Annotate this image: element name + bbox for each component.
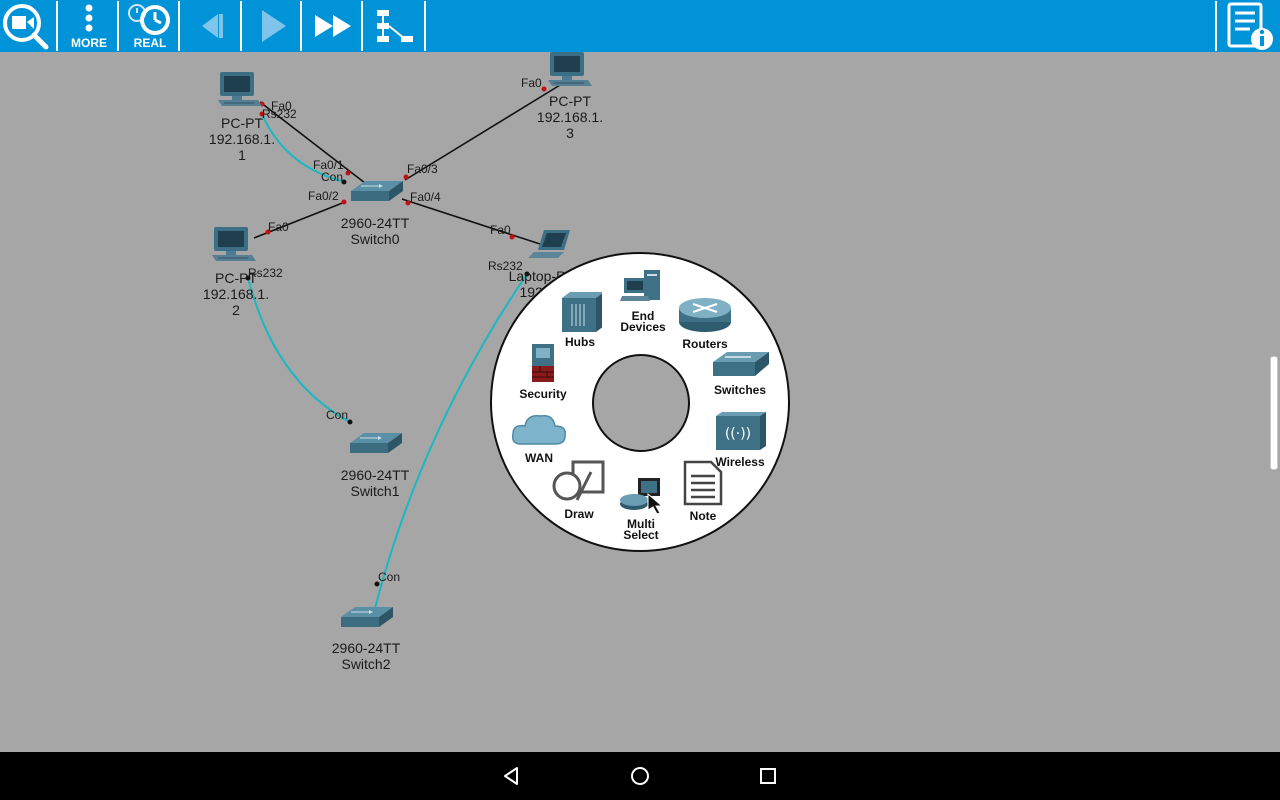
switch2-device[interactable]	[340, 606, 394, 628]
multi-select-menu-item[interactable]: Multi Select	[610, 476, 672, 541]
port-label: Con	[321, 170, 344, 184]
vertical-scrollbar[interactable]	[1270, 356, 1278, 470]
hubs-menu-item[interactable]: Hubs	[550, 292, 610, 348]
note-label: Note	[689, 509, 717, 523]
multi-select-icon	[620, 478, 664, 515]
switches-label: Switches	[713, 383, 767, 397]
switch0-device[interactable]	[350, 180, 404, 202]
info-list-button[interactable]	[1215, 1, 1280, 51]
device-type-radial-menu: End Devices Hubs Routers Security Switch…	[490, 252, 790, 552]
realtime-mode-button[interactable]: REAL	[122, 1, 180, 51]
laptop-device[interactable]	[528, 230, 570, 258]
port-label: Fa0/4	[410, 190, 441, 204]
fast-forward-icon	[315, 15, 351, 37]
note-icon	[683, 460, 723, 506]
top-toolbar: MORE REAL	[0, 0, 1280, 52]
draw-shapes-icon	[552, 460, 605, 501]
pc1-device[interactable]	[217, 71, 263, 107]
simulation-camera-button[interactable]	[0, 1, 58, 51]
radial-menu-center[interactable]	[592, 354, 690, 452]
play-button[interactable]	[244, 1, 302, 51]
switch2-label: 2960-24TT Switch2	[331, 640, 401, 672]
switch-icon	[713, 352, 769, 376]
multi-select-label-line2: Select	[623, 528, 659, 542]
security-label: Security	[519, 387, 567, 401]
home-icon[interactable]	[628, 764, 652, 788]
routers-menu-item[interactable]: Routers	[672, 294, 738, 350]
step-back-button[interactable]	[184, 1, 242, 51]
port-label: Rs232	[262, 107, 297, 121]
more-button[interactable]: MORE	[61, 1, 119, 51]
android-navigation-bar	[0, 752, 1280, 800]
draw-menu-item[interactable]: Draw	[546, 458, 612, 520]
wan-menu-item[interactable]: WAN	[508, 412, 570, 464]
security-menu-item[interactable]: Security	[512, 342, 574, 400]
switch0-label: 2960-24TT Switch0	[340, 215, 410, 247]
routers-label: Routers	[682, 337, 728, 351]
real-label: REAL	[133, 36, 167, 50]
info-list-icon	[1227, 2, 1273, 50]
fast-forward-button[interactable]	[305, 1, 363, 51]
end-devices-menu-item[interactable]: End Devices	[612, 268, 674, 333]
pc3-device[interactable]	[547, 52, 593, 87]
pc1-label: PC-PT 192.168.1. 1	[208, 115, 276, 163]
pc3-label: PC-PT 192.168.1. 3	[536, 93, 604, 141]
firewall-icon	[532, 344, 554, 382]
step-back-icon	[202, 14, 223, 38]
port-label: Rs232	[248, 266, 283, 280]
port-label: Fa0/3	[407, 162, 438, 176]
end-devices-label-line2: Devices	[620, 320, 666, 334]
clock-icon	[128, 4, 170, 35]
svg-text:((·)): ((·))	[725, 426, 751, 442]
logical-view-button[interactable]	[366, 1, 426, 51]
hub-icon	[562, 292, 604, 332]
more-label: MORE	[71, 36, 107, 50]
draw-label: Draw	[564, 507, 594, 521]
note-menu-item[interactable]: Note	[672, 460, 734, 522]
switch1-device[interactable]	[349, 432, 403, 454]
topology-icon	[377, 10, 413, 42]
port-label: Rs232	[488, 259, 523, 273]
play-icon	[262, 10, 286, 42]
camera-zoom-icon	[3, 4, 49, 50]
port-label: Fa0	[521, 76, 542, 90]
cable-switch0-laptop[interactable]	[401, 198, 541, 245]
port-label: Fa0	[268, 220, 289, 234]
pc2-device[interactable]	[211, 226, 257, 262]
switches-menu-item[interactable]: Switches	[708, 350, 772, 396]
wireless-icon: ((·))	[716, 412, 766, 450]
vertical-dots-icon	[85, 4, 93, 32]
port-label: Fa0	[490, 223, 511, 237]
cloud-icon	[511, 414, 567, 445]
switch1-label: 2960-24TT Switch1	[340, 467, 410, 499]
port-label: Fa0/2	[308, 189, 339, 203]
end-devices-icon	[620, 270, 660, 301]
port-label: Con	[378, 570, 401, 584]
recent-apps-icon[interactable]	[756, 764, 780, 788]
back-icon[interactable]	[500, 764, 524, 788]
port-label: Con	[326, 408, 349, 422]
router-icon	[679, 298, 731, 332]
